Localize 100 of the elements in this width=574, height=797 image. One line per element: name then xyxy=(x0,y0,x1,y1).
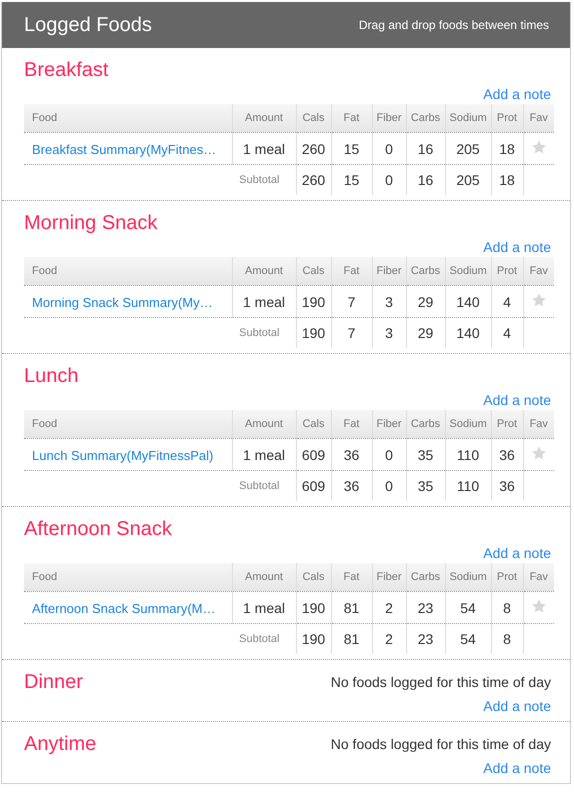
nutrient-cell: 23 xyxy=(418,600,434,616)
favorite-star-icon[interactable] xyxy=(530,292,547,308)
column-header: Carbs xyxy=(406,410,445,438)
add-note-link[interactable]: Add a note xyxy=(483,392,551,408)
nutrient-cell: 35 xyxy=(418,446,434,462)
subtotal-cell: 4 xyxy=(503,325,511,341)
meal-title: Lunch xyxy=(24,364,78,388)
column-header: Carbs xyxy=(406,257,445,286)
food-link[interactable]: Morning Snack Summary(My… xyxy=(32,294,213,310)
subtotal-label: Subtotal xyxy=(238,480,280,492)
nutrient-cell: 81 xyxy=(344,600,360,616)
empty-message: No foods logged for this time of day xyxy=(330,674,551,690)
subtotal-cell: 190 xyxy=(302,631,326,647)
subtotal-label: Subtotal xyxy=(238,633,280,645)
nutrient-cell: 8 xyxy=(503,600,511,616)
subtotal-cell: 54 xyxy=(460,631,476,647)
column-header: Fiber xyxy=(372,563,406,592)
food-link[interactable]: Breakfast Summary(MyFitnes… xyxy=(32,142,216,156)
column-header: Sodium xyxy=(445,563,491,592)
nutrient-cell: 7 xyxy=(348,294,356,310)
nutrient-cell: 36 xyxy=(344,446,360,462)
column-header: Fav xyxy=(523,410,554,438)
column-header: Cals xyxy=(296,104,331,132)
subtotal-cell: 15 xyxy=(344,172,360,188)
empty-message: No foods logged for this time of day xyxy=(330,736,551,752)
subtotal-cell: 29 xyxy=(418,325,434,341)
meal-title: Breakfast xyxy=(24,58,108,82)
column-header: Cals xyxy=(296,257,331,286)
subtotal-label: Subtotal xyxy=(238,327,280,339)
subtotal-cell: 16 xyxy=(418,172,434,188)
column-header: Cals xyxy=(296,410,331,438)
column-header: Amount xyxy=(232,410,296,438)
meal-title: Morning Snack xyxy=(24,212,158,234)
nutrient-cell: 190 xyxy=(302,294,326,310)
column-header: Fat xyxy=(331,563,372,592)
column-header: Fat xyxy=(331,104,372,132)
column-header: Fiber xyxy=(372,410,406,438)
column-header: Prot xyxy=(491,257,523,286)
nutrient-cell: 54 xyxy=(460,600,476,616)
column-header: Fat xyxy=(331,257,372,286)
column-header: Prot xyxy=(491,104,523,132)
add-note-link[interactable]: Add a note xyxy=(483,760,551,776)
nutrient-cell: 190 xyxy=(302,600,326,616)
nutrient-cell: 29 xyxy=(418,294,434,310)
nutrient-cell: 260 xyxy=(302,140,326,156)
column-header: Food xyxy=(24,104,232,132)
nutrient-cell: 3 xyxy=(385,294,393,310)
nutrient-cell: 36 xyxy=(499,446,515,462)
column-header: Fiber xyxy=(372,257,406,286)
food-link[interactable]: Lunch Summary(MyFitnessPal) xyxy=(32,448,214,462)
favorite-star-icon[interactable] xyxy=(530,445,547,461)
add-note-link[interactable]: Add a note xyxy=(483,545,551,561)
nutrient-cell: 609 xyxy=(302,446,326,462)
subtotal-cell: 260 xyxy=(302,172,326,188)
column-header: Food xyxy=(24,410,232,438)
add-note-link[interactable]: Add a note xyxy=(483,86,551,102)
nutrient-cell: 15 xyxy=(344,140,360,156)
drag-hint: Drag and drop foods between times xyxy=(358,18,549,32)
subtotal-label: Subtotal xyxy=(238,174,280,186)
column-header: Fav xyxy=(523,104,554,132)
subtotal-cell: 0 xyxy=(385,172,393,188)
subtotal-cell: 23 xyxy=(418,631,434,647)
subtotal-cell: 36 xyxy=(499,478,515,494)
subtotal-cell: 3 xyxy=(385,325,393,341)
column-header: Fav xyxy=(523,563,554,592)
subtotal-cell: 609 xyxy=(302,478,326,494)
add-note-link[interactable]: Add a note xyxy=(483,239,551,255)
column-header: Amount xyxy=(232,104,296,132)
favorite-star-icon[interactable] xyxy=(530,598,547,614)
nutrient-cell: 0 xyxy=(385,446,393,462)
food-link[interactable]: Afternoon Snack Summary(M… xyxy=(32,600,216,616)
column-header: Sodium xyxy=(445,104,491,132)
subtotal-cell: 8 xyxy=(503,631,511,647)
favorite-star-icon[interactable] xyxy=(530,139,547,155)
subtotal-cell: 140 xyxy=(456,325,480,341)
nutrient-cell: 4 xyxy=(503,294,511,310)
subtotal-cell: 190 xyxy=(302,325,326,341)
column-header: Prot xyxy=(491,410,523,438)
column-header: Sodium xyxy=(445,410,491,438)
meal-title: Dinner xyxy=(24,670,83,694)
column-header: Fat xyxy=(331,410,372,438)
subtotal-cell: 18 xyxy=(499,172,515,188)
nutrient-cell: 0 xyxy=(385,140,393,156)
column-header: Amount xyxy=(232,563,296,592)
column-header: Food xyxy=(24,563,232,592)
column-header: Carbs xyxy=(406,104,445,132)
nutrient-cell: 110 xyxy=(456,446,480,462)
column-header: Fav xyxy=(523,257,554,286)
column-header: Prot xyxy=(491,563,523,592)
add-note-link[interactable]: Add a note xyxy=(483,698,551,714)
column-header: Sodium xyxy=(445,257,491,286)
column-header: Fiber xyxy=(372,104,406,132)
nutrient-cell: 16 xyxy=(418,140,434,156)
subtotal-cell: 7 xyxy=(348,325,356,341)
subtotal-cell: 36 xyxy=(344,478,360,494)
subtotal-cell: 35 xyxy=(418,478,434,494)
amount-cell: 1 meal xyxy=(242,140,286,156)
column-header: Cals xyxy=(296,563,331,592)
amount-cell: 1 meal xyxy=(242,600,286,616)
subtotal-cell: 205 xyxy=(456,172,480,188)
